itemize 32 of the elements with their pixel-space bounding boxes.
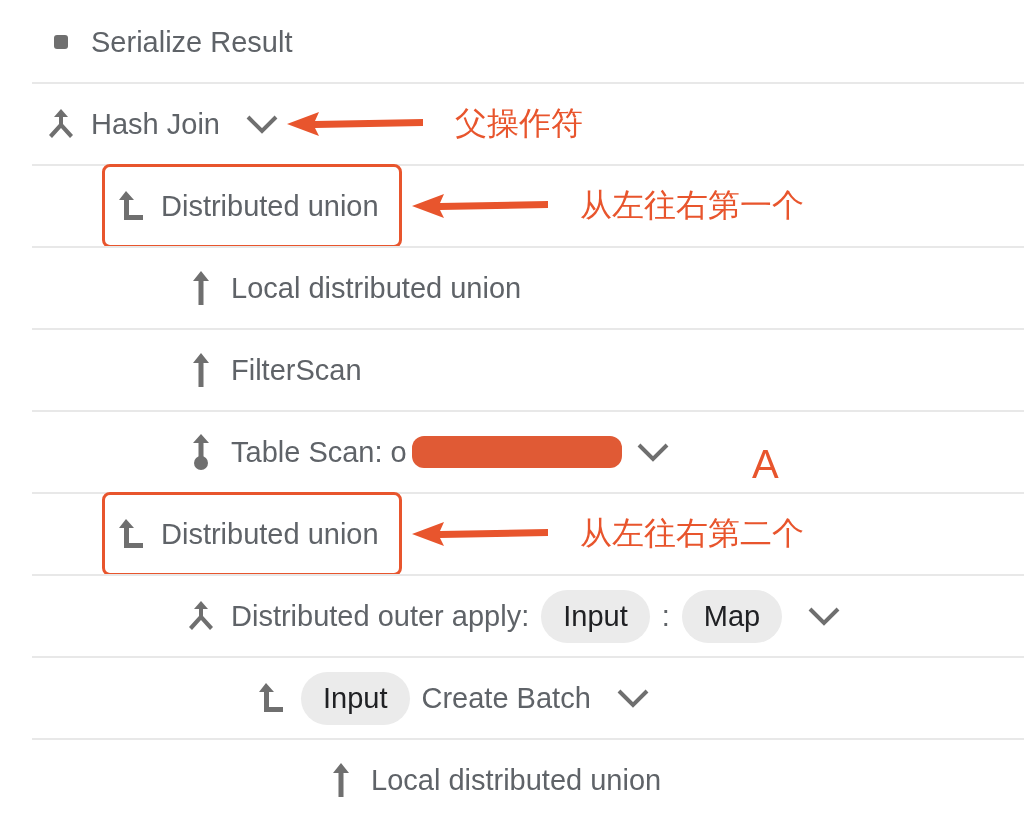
operator-label: Create Batch (421, 681, 591, 715)
operator-label: Distributed outer apply: (231, 599, 530, 633)
operator-label: : (661, 599, 670, 633)
operator-label: Distributed union (161, 517, 379, 551)
up-arrow-icon (332, 762, 350, 798)
input-chip: Input (301, 671, 410, 725)
operator-label: FilterScan (231, 353, 362, 387)
chevron-down-icon[interactable] (635, 441, 670, 462)
corner-arrow-icon (258, 682, 284, 714)
merge-arrow-icon (46, 107, 76, 141)
operator-label: Local distributed union (231, 271, 522, 305)
operator-label: Table Scan: o (231, 435, 407, 469)
chevron-down-icon[interactable] (807, 605, 842, 626)
up-arrow-icon (192, 352, 210, 388)
arrow-dot-icon (191, 433, 211, 471)
annotation-text: 从左往右第一个 (579, 186, 804, 225)
chevron-down-icon[interactable] (244, 113, 279, 134)
up-arrow-icon (192, 270, 210, 306)
merge-arrow-icon (186, 599, 216, 633)
annotation-text: 从左往右第二个 (579, 514, 804, 553)
operator-label: Hash Join (91, 107, 220, 141)
square-icon (53, 34, 69, 50)
annotation-text: 父操作符 (454, 104, 583, 143)
operator-label: Distributed union (161, 189, 379, 223)
input-chip: Input (541, 589, 650, 643)
operator-label: Serialize Result (91, 25, 293, 59)
operator-label: Local distributed union (371, 763, 662, 797)
chevron-down-icon[interactable] (615, 687, 650, 708)
corner-arrow-icon (118, 190, 144, 222)
corner-arrow-icon (118, 518, 144, 550)
input-chip: Map (681, 589, 783, 643)
annotation-letter: A (752, 442, 779, 487)
